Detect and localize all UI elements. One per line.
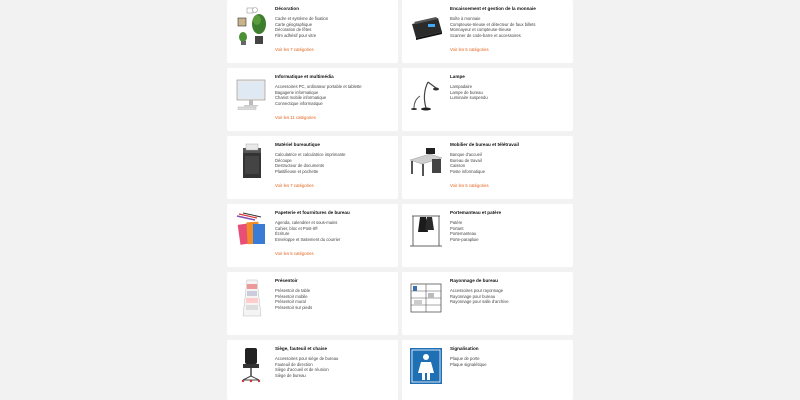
see-all-link[interactable]: Voir les 5 catégories bbox=[450, 47, 489, 52]
subcategory-list: Agenda, calendrier et sous-mains Cahier,… bbox=[275, 220, 340, 243]
cash-counter-icon bbox=[408, 6, 444, 46]
display-stand-icon bbox=[233, 278, 269, 318]
category-title[interactable]: Portemanteau et patère bbox=[450, 210, 501, 215]
subcategory-list: Lampadaire Lampe de bureau Luminaire sus… bbox=[450, 84, 488, 101]
category-card-portemanteau[interactable]: Portemanteau et patère Patère Portant Po… bbox=[402, 204, 573, 267]
subcategory-link[interactable]: Rayonnage pour salle d'archive bbox=[450, 299, 509, 305]
category-title[interactable]: Lampe bbox=[450, 74, 465, 79]
subcategory-list: Accessoires pour siège de bureau Fauteui… bbox=[275, 356, 338, 379]
subcategory-list: Calculatrice et calculatrice imprimante … bbox=[275, 152, 346, 175]
stationery-icon bbox=[233, 210, 269, 250]
subcategory-list: Présentoir de table Présentoir mobile Pr… bbox=[275, 288, 312, 311]
subcategory-list: Banque d'accueil Bureau de travail Caiss… bbox=[450, 152, 485, 175]
category-card-siege[interactable]: Siège, fauteuil et chaise Accessoires po… bbox=[227, 340, 398, 400]
category-title[interactable]: Présentoir bbox=[275, 278, 298, 283]
subcategory-link[interactable]: Porte-parapluie bbox=[450, 237, 479, 243]
plant-frame-icon bbox=[233, 6, 269, 46]
subcategory-link[interactable]: Accessoires pour rayonnage bbox=[450, 288, 509, 294]
desk-icon bbox=[408, 142, 444, 182]
subcategory-link[interactable]: Présentoir de table bbox=[275, 288, 312, 294]
category-grid: Décoration Cadre et système de fixation … bbox=[0, 0, 800, 400]
subcategory-link[interactable]: Plaque signalétique bbox=[450, 362, 487, 368]
category-title[interactable]: Papeterie et fournitures de bureau bbox=[275, 210, 350, 215]
office-chair-icon bbox=[233, 346, 269, 386]
coat-rack-icon bbox=[408, 210, 444, 250]
category-title[interactable]: Siège, fauteuil et chaise bbox=[275, 346, 327, 351]
subcategory-list: Accessoires PC, ordinateur portable et t… bbox=[275, 84, 362, 107]
subcategory-link[interactable]: Film adhésif pour vitre bbox=[275, 33, 328, 39]
subcategory-list: Boîte à monnaie Compteuse-trieuse et dét… bbox=[450, 16, 535, 39]
shredder-icon bbox=[233, 142, 269, 182]
see-all-link[interactable]: Voir les 7 catégories bbox=[275, 47, 314, 52]
see-all-link[interactable]: Voir les 11 catégories bbox=[275, 115, 316, 120]
subcategory-link[interactable]: Connectique informatique bbox=[275, 101, 362, 107]
subcategory-link[interactable]: Enveloppe et traitement du courrier bbox=[275, 237, 340, 243]
category-title[interactable]: Signalisation bbox=[450, 346, 479, 351]
see-all-link[interactable]: Voir les 7 catégories bbox=[275, 183, 314, 188]
see-all-link[interactable]: Voir les 5 catégories bbox=[275, 251, 314, 256]
computer-icon bbox=[233, 74, 269, 114]
subcategory-link[interactable]: Calculatrice et calculatrice imprimante bbox=[275, 152, 346, 158]
category-card-lampe[interactable]: Lampe Lampadaire Lampe de bureau Luminai… bbox=[402, 68, 573, 131]
subcategory-link[interactable]: Accessoires PC, ordinateur portable et t… bbox=[275, 84, 362, 90]
category-title[interactable]: Mobilier de bureau et télétravail bbox=[450, 142, 519, 147]
subcategory-link[interactable]: Scanner de code-barre et accessoires bbox=[450, 33, 535, 39]
subcategory-link[interactable]: Poste informatique bbox=[450, 169, 485, 175]
subcategory-list: Plaque de porte Plaque signalétique bbox=[450, 356, 487, 367]
category-card-rayonnage[interactable]: Rayonnage de bureau Accessoires pour ray… bbox=[402, 272, 573, 335]
category-card-signalisation[interactable]: Signalisation Plaque de porte Plaque sig… bbox=[402, 340, 573, 400]
sign-icon bbox=[408, 346, 444, 386]
subcategory-list: Accessoires pour rayonnage Rayonnage pou… bbox=[450, 288, 509, 305]
desk-lamp-icon bbox=[408, 74, 444, 114]
category-card-mobilier[interactable]: Mobilier de bureau et télétravail Banque… bbox=[402, 136, 573, 199]
subcategory-link[interactable]: Siège de bureau bbox=[275, 373, 338, 379]
category-card-presentoir[interactable]: Présentoir Présentoir de table Présentoi… bbox=[227, 272, 398, 335]
category-card-materiel-bureautique[interactable]: Matériel bureautique Calculatrice et cal… bbox=[227, 136, 398, 199]
category-card-decoration[interactable]: Décoration Cadre et système de fixation … bbox=[227, 0, 398, 63]
category-title[interactable]: Encaissement et gestion de la monnaie bbox=[450, 6, 536, 11]
subcategory-link[interactable]: Plastifieuse et pochette bbox=[275, 169, 346, 175]
category-title[interactable]: Informatique et multimédia bbox=[275, 74, 334, 79]
subcategory-link[interactable]: Cadre et système de fixation bbox=[275, 16, 328, 22]
subcategory-list: Cadre et système de fixation Carte géogr… bbox=[275, 16, 328, 39]
shelving-icon bbox=[408, 278, 444, 318]
see-all-link[interactable]: Voir les 5 catégories bbox=[450, 183, 489, 188]
category-card-informatique[interactable]: Informatique et multimédia Accessoires P… bbox=[227, 68, 398, 131]
subcategory-link[interactable]: Banque d'accueil bbox=[450, 152, 485, 158]
category-card-encaissement[interactable]: Encaissement et gestion de la monnaie Bo… bbox=[402, 0, 573, 63]
subcategory-link[interactable]: Présentoir sur pieds bbox=[275, 305, 312, 311]
subcategory-link[interactable]: Luminaire suspendu bbox=[450, 95, 488, 101]
category-title[interactable]: Rayonnage de bureau bbox=[450, 278, 498, 283]
category-title[interactable]: Décoration bbox=[275, 6, 299, 11]
subcategory-list: Patère Portant Portemanteau Porte-parapl… bbox=[450, 220, 479, 243]
category-title[interactable]: Matériel bureautique bbox=[275, 142, 320, 147]
subcategory-link[interactable]: Accessoires pour siège de bureau bbox=[275, 356, 338, 362]
subcategory-link[interactable]: Agenda, calendrier et sous-mains bbox=[275, 220, 340, 226]
category-card-papeterie[interactable]: Papeterie et fournitures de bureau Agend… bbox=[227, 204, 398, 267]
